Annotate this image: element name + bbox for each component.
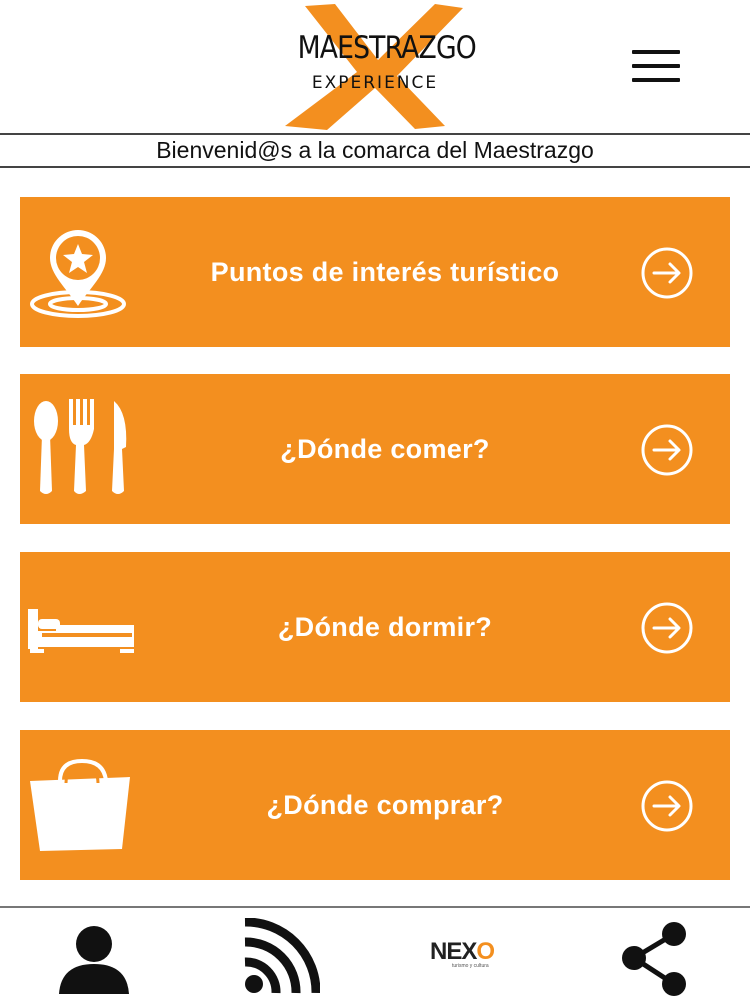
tile-tourist-points[interactable]: Puntos de interés turístico: [20, 197, 730, 347]
map-pin-star-icon: [30, 230, 126, 318]
tile-label: Puntos de interés turístico: [210, 257, 560, 287]
tile-label: ¿Dónde comer?: [280, 434, 490, 464]
logo-subtitle: EXPERIENCE: [311, 73, 439, 93]
arrow-right-circle-icon: [641, 780, 693, 832]
shopping-bag-icon: [30, 758, 130, 851]
menu-line: [632, 78, 680, 82]
nexo-logo-accent: O: [476, 938, 495, 965]
nexo-logo-main: NEX: [430, 938, 477, 965]
maestrazgo-experience-logo[interactable]: MAESTRAZGO EXPERIENCE: [275, 0, 477, 133]
arrow-right-circle-icon: [641, 247, 693, 299]
tile-label: ¿Dónde comprar?: [266, 790, 504, 820]
share-icon[interactable]: [618, 918, 694, 998]
nexo-logo[interactable]: NEXO turismo y cultura: [430, 938, 510, 978]
arrow-right-circle-icon: [641, 602, 693, 654]
rss-feed-icon[interactable]: [240, 918, 320, 998]
logo-x-mark: [285, 4, 463, 130]
app-header: MAESTRAZGO EXPERIENCE: [0, 0, 750, 133]
hamburger-menu-button[interactable]: [624, 46, 686, 86]
logo-title: MAESTRAZGO: [297, 30, 477, 66]
bottom-navigation: NEXO turismo y cultura: [0, 906, 750, 1000]
tile-label: ¿Dónde dormir?: [277, 612, 493, 642]
tile-where-to-shop[interactable]: ¿Dónde comprar?: [20, 730, 730, 880]
bed-icon: [28, 609, 134, 653]
cutlery-icon: [34, 399, 127, 494]
nexo-logo-tagline: turismo y cultura: [452, 963, 489, 969]
tile-where-to-eat[interactable]: ¿Dónde comer?: [20, 374, 730, 524]
nexo-logo-text: NEXO: [430, 938, 510, 966]
user-icon[interactable]: [55, 918, 133, 998]
menu-line: [632, 50, 680, 54]
tile-where-to-sleep[interactable]: ¿Dónde dormir?: [20, 552, 730, 702]
arrow-right-circle-icon: [641, 424, 693, 476]
menu-line: [632, 64, 680, 68]
welcome-banner: Bienvenid@s a la comarca del Maestrazgo: [0, 133, 750, 168]
